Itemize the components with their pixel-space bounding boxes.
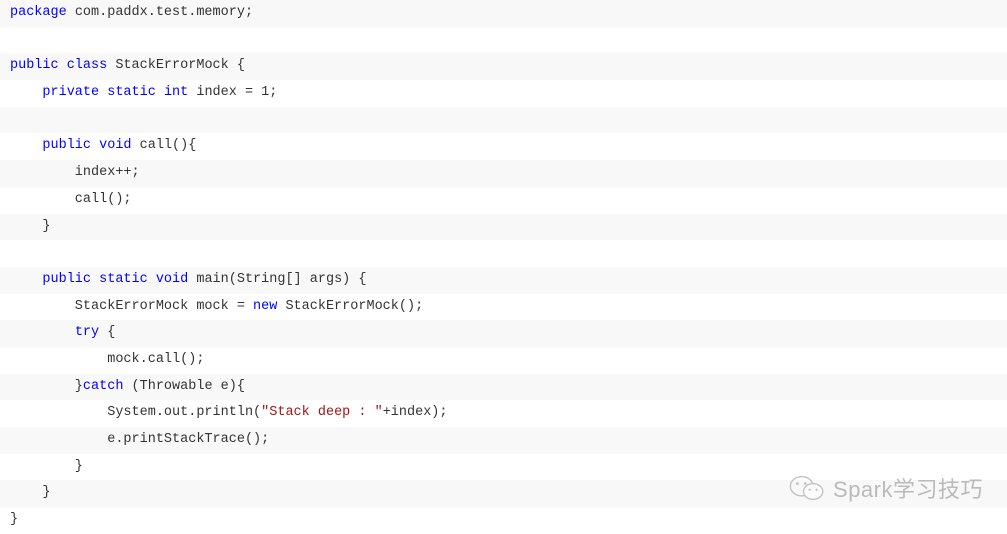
code-line: } [0, 454, 1007, 481]
code-token: } [10, 459, 83, 474]
code-token [10, 272, 42, 287]
code-token [10, 85, 42, 100]
code-token: } [10, 512, 18, 527]
code-line: mock.call(); [0, 347, 1007, 374]
code-token: "Stack deep : " [261, 405, 383, 420]
code-token: com.paddx.test.memory; [75, 5, 253, 20]
code-token: try [75, 325, 107, 340]
code-line: package com.paddx.test.memory; [0, 0, 1007, 27]
code-token: } [10, 379, 83, 394]
code-line [0, 240, 1007, 267]
code-token [10, 138, 42, 153]
code-line: }catch (Throwable e){ [0, 374, 1007, 401]
code-token: index = 1; [196, 85, 277, 100]
code-line: call(); [0, 187, 1007, 214]
code-token: StackErrorMock(); [285, 299, 423, 314]
code-token: (Throwable e){ [132, 379, 245, 394]
code-token: package [10, 5, 75, 20]
code-token: call(){ [140, 138, 197, 153]
code-token: } [10, 485, 51, 500]
code-token: e.printStackTrace(); [10, 432, 269, 447]
code-line: StackErrorMock mock = new StackErrorMock… [0, 294, 1007, 321]
code-token: StackErrorMock mock = [10, 299, 253, 314]
code-token: public class [10, 58, 115, 73]
code-line [0, 27, 1007, 54]
code-token: +index); [383, 405, 448, 420]
code-token: int [164, 85, 196, 100]
code-line: } [0, 507, 1007, 534]
code-token [10, 325, 75, 340]
code-line: System.out.println("Stack deep : "+index… [0, 400, 1007, 427]
code-line [0, 107, 1007, 134]
code-token: System.out.println( [10, 405, 261, 420]
code-block: package com.paddx.test.memory; public cla… [0, 0, 1007, 534]
code-token: StackErrorMock { [115, 58, 245, 73]
code-token: mock.call(); [10, 352, 204, 367]
code-line: private static int index = 1; [0, 80, 1007, 107]
code-token: new [253, 299, 285, 314]
code-line: public class StackErrorMock { [0, 53, 1007, 80]
code-line: } [0, 480, 1007, 507]
code-token: public static void [42, 272, 196, 287]
code-line: public void call(){ [0, 133, 1007, 160]
code-line: e.printStackTrace(); [0, 427, 1007, 454]
code-line: index++; [0, 160, 1007, 187]
code-line: public static void main(String[] args) { [0, 267, 1007, 294]
code-token: call(); [10, 192, 132, 207]
code-token: { [107, 325, 115, 340]
code-token: main(String[] args) { [196, 272, 366, 287]
code-token: catch [83, 379, 132, 394]
code-token: } [10, 219, 51, 234]
code-line: try { [0, 320, 1007, 347]
code-token: index++; [10, 165, 140, 180]
code-token: public void [42, 138, 139, 153]
code-line: } [0, 214, 1007, 241]
code-token: private static [42, 85, 164, 100]
